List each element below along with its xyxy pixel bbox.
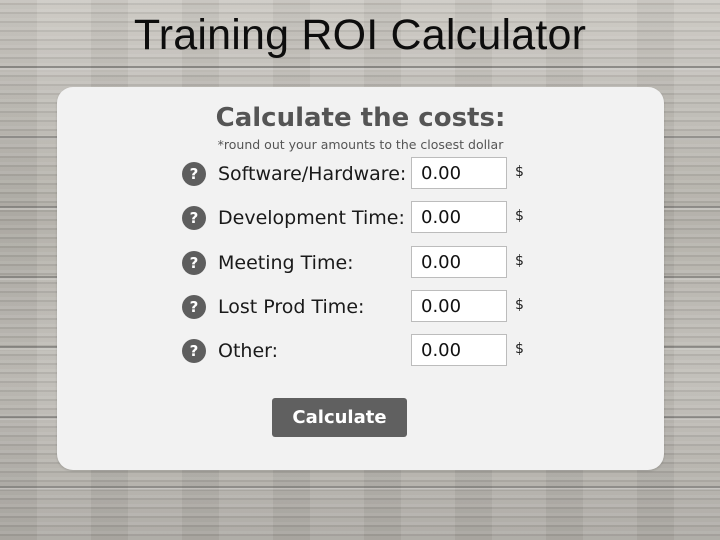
row-other: ? Other: $: [182, 334, 542, 368]
row-lost-prod-time: ? Lost Prod Time: $: [182, 290, 542, 324]
calculate-button[interactable]: Calculate: [272, 398, 407, 437]
other-label: Other:: [218, 340, 279, 362]
meeting-time-label: Meeting Time:: [218, 252, 354, 274]
lost-prod-time-input[interactable]: [411, 290, 507, 322]
meeting-time-input[interactable]: [411, 246, 507, 278]
row-meeting-time: ? Meeting Time: $: [182, 246, 542, 280]
currency-symbol: $: [515, 164, 524, 180]
currency-symbol: $: [515, 208, 524, 224]
help-icon[interactable]: ?: [182, 206, 206, 230]
cost-calculator-card: Calculate the costs: *round out your amo…: [57, 87, 664, 470]
card-heading: Calculate the costs:: [215, 103, 506, 133]
help-icon[interactable]: ?: [182, 251, 206, 275]
lost-prod-time-label: Lost Prod Time:: [218, 296, 365, 318]
software-hardware-label: Software/Hardware:: [218, 163, 407, 185]
development-time-label: Development Time:: [218, 207, 405, 229]
help-icon[interactable]: ?: [182, 339, 206, 363]
row-development-time: ? Development Time: $: [182, 201, 542, 235]
development-time-input[interactable]: [411, 201, 507, 233]
currency-symbol: $: [515, 253, 524, 269]
currency-symbol: $: [515, 297, 524, 313]
page-title: Training ROI Calculator: [133, 11, 587, 59]
help-icon[interactable]: ?: [182, 162, 206, 186]
help-icon[interactable]: ?: [182, 295, 206, 319]
currency-symbol: $: [515, 341, 524, 357]
rounding-note: *round out your amounts to the closest d…: [217, 137, 504, 152]
software-hardware-input[interactable]: [411, 157, 507, 189]
row-software-hardware: ? Software/Hardware: $: [182, 157, 542, 191]
other-input[interactable]: [411, 334, 507, 366]
